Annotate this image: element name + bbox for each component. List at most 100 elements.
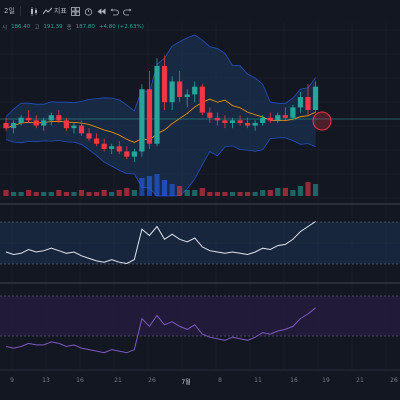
volume-bar (3, 190, 9, 196)
time-axis-label: 13 (42, 377, 50, 384)
volume-bar (161, 180, 168, 196)
panel3-band (0, 296, 400, 336)
volume-bar (139, 178, 145, 196)
volume-bar (154, 174, 160, 196)
candle-body (207, 112, 213, 118)
indicators-label: 지표 (53, 7, 67, 15)
candle (199, 84, 205, 116)
time-axis-label: 21 (356, 377, 364, 384)
replay-button[interactable] (97, 7, 106, 16)
candle-body (192, 86, 198, 95)
candle-body (245, 122, 251, 126)
legend-high-value: 191.39 (43, 24, 63, 30)
volume-bar (109, 192, 115, 196)
time-axis-label: 7월 (181, 379, 191, 386)
interval-label: 2일 (4, 7, 15, 15)
candle-body (101, 143, 107, 149)
legend-high-key: 고 (34, 25, 40, 31)
candle-body (86, 133, 92, 139)
candle-body (252, 122, 258, 126)
volume-bar (94, 192, 100, 196)
candle-body (161, 65, 168, 103)
candle-body (48, 115, 54, 121)
candle-body (131, 151, 137, 157)
volume-bar (18, 192, 24, 196)
time-axis-label: 19 (322, 377, 330, 384)
candle-body (169, 81, 175, 103)
volume-bar (78, 190, 85, 196)
candle-body (312, 86, 319, 110)
undo-button[interactable] (110, 7, 119, 16)
alert-button[interactable] (84, 7, 93, 16)
volume-bar (275, 188, 281, 196)
volume-bar (63, 192, 69, 196)
candle-body (56, 115, 62, 121)
candle-body (41, 120, 47, 126)
candle (139, 84, 145, 157)
legend-close-value: 187.80 (75, 24, 95, 30)
interval-button[interactable]: 2일 (4, 6, 15, 16)
legend-change: +4.80 (+2.63%) (98, 24, 144, 30)
candle-body (71, 125, 77, 129)
candle (154, 58, 160, 147)
volume-bar (71, 192, 77, 196)
time-axis-label: 16 (76, 377, 84, 384)
volume-bar (199, 188, 205, 196)
redo-button[interactable] (122, 7, 132, 16)
candle-style-button[interactable] (30, 6, 39, 16)
candle-body (3, 122, 9, 129)
volume-bar (245, 192, 251, 196)
candle-body (229, 120, 236, 123)
candle-body (199, 86, 205, 113)
volume-bar (207, 192, 213, 196)
alarm-icon (84, 7, 92, 16)
volume-bar (177, 186, 183, 196)
candle-body (297, 97, 304, 108)
time-axis-label: 26 (148, 377, 156, 384)
volume-bar (229, 192, 236, 196)
rewind-icon (97, 8, 106, 14)
time-axis-label: 16 (290, 377, 298, 384)
volume-bar (131, 190, 137, 196)
volume-bar (48, 192, 54, 196)
volume-bar (146, 176, 153, 196)
volume-bar (267, 190, 273, 196)
time-axis-label: 26 (390, 377, 398, 384)
volume-bar (41, 192, 47, 196)
candle-body (305, 97, 311, 110)
volume-bar (116, 190, 122, 196)
candle-body (290, 107, 296, 118)
layout-button[interactable] (70, 6, 80, 16)
ohlc-legend: 시 186.40 고 191.39 종 187.80 +4.80 (+2.63%) (0, 22, 144, 32)
highlight-circle (312, 111, 332, 131)
chart-canvas[interactable] (0, 0, 400, 400)
candle-body (146, 89, 153, 144)
candles-icon (30, 6, 37, 16)
candle-body (18, 117, 24, 123)
candle-body (237, 120, 243, 123)
volume-bar (290, 190, 296, 196)
volume-bar (184, 190, 190, 196)
volume-bar (10, 192, 17, 196)
volume-bar (33, 192, 39, 196)
candle-body (94, 138, 100, 144)
candle-body (78, 125, 85, 134)
time-axis-label: 8 (218, 377, 222, 384)
indicators-button[interactable]: 지표 (42, 6, 67, 16)
volume-bar (260, 190, 266, 196)
candle-body (10, 122, 17, 129)
indicators-icon (42, 7, 52, 14)
time-axis-label: 21 (114, 377, 122, 384)
candle-body (222, 120, 228, 123)
candle-body (184, 94, 190, 98)
candle-body (214, 117, 220, 121)
volume-bar (305, 182, 311, 196)
redo-icon (122, 8, 132, 15)
candle-body (139, 89, 145, 152)
volume-bar (297, 186, 304, 196)
volume-bar (282, 188, 288, 196)
candle-body (124, 151, 130, 157)
undo-icon (110, 8, 119, 15)
volume-bar (169, 184, 175, 196)
volume-bar (192, 190, 198, 196)
